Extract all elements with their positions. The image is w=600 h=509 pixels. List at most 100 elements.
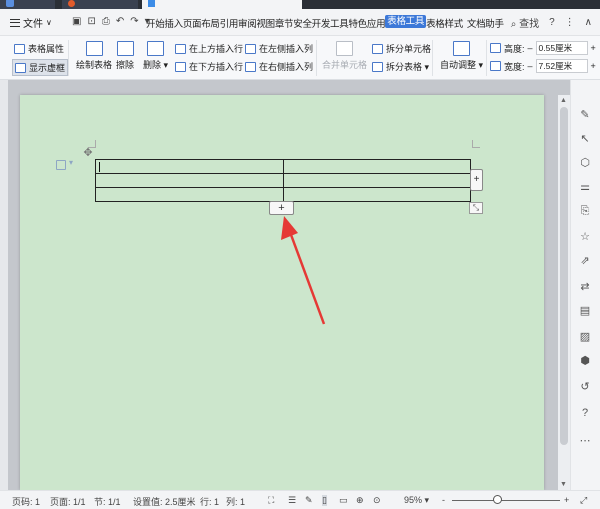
menu-table-style[interactable]: 表格样式 — [426, 16, 463, 30]
menu-reference[interactable]: 引用 — [220, 16, 239, 30]
menu-right: ⌕ 查找 ? ⋮ ∧ — [511, 15, 592, 30]
table-cell[interactable] — [282, 173, 471, 188]
insert-row-below-button[interactable]: 在下方插入行 — [175, 60, 243, 73]
margin-corner-mark — [472, 140, 480, 148]
height-input[interactable]: 0.55厘米 — [535, 41, 588, 55]
menu-security[interactable]: 安全 — [293, 16, 312, 30]
menu-special-apps[interactable]: 特色应用 — [348, 16, 385, 30]
export-pdf-icon[interactable]: ⊡ — [87, 16, 95, 27]
ribbon-divider — [486, 40, 487, 76]
insert-col-left-button[interactable]: 在左侧插入列 — [245, 42, 313, 55]
tab-wps[interactable] — [0, 0, 55, 9]
height-increment[interactable]: + — [591, 43, 596, 53]
more-icon[interactable]: ⋯ — [578, 434, 592, 448]
table-cell[interactable] — [95, 173, 284, 188]
tab-document[interactable] — [142, 0, 302, 9]
menu-insert[interactable]: 插入 — [164, 16, 183, 30]
width-decrement[interactable]: – — [528, 61, 533, 71]
eye-protection-icon[interactable]: ⊙ — [373, 495, 381, 506]
col-width-icon — [490, 61, 501, 71]
image-icon[interactable]: ▨ — [578, 330, 592, 344]
insert-col-right-label: 在右侧插入列 — [259, 62, 314, 72]
undo-icon[interactable]: ↶ — [116, 16, 124, 27]
document-page[interactable] — [20, 95, 544, 490]
delete-label-wrap: 删除 ▾ — [143, 60, 169, 70]
zoom-slider-track[interactable] — [452, 500, 560, 501]
insert-col-right-button[interactable]: 在右侧插入列 — [245, 60, 313, 73]
merge-cells-button[interactable]: 合并单元格 — [322, 41, 367, 71]
table-properties-label: 表格属性 — [28, 44, 65, 54]
height-decrement[interactable]: – — [528, 43, 533, 53]
outline-view-icon[interactable]: ☰ — [288, 495, 296, 506]
erase-button[interactable]: 擦除 — [116, 41, 134, 71]
status-col: 列: 1 — [226, 497, 246, 507]
table-properties-button[interactable]: 表格属性 — [14, 42, 64, 55]
edit-pen-icon[interactable]: ✎ — [578, 108, 592, 122]
delete-button[interactable]: 删除 ▾ — [143, 41, 168, 71]
insert-row-above-button[interactable]: 在上方插入行 — [175, 42, 243, 55]
table-cell[interactable] — [95, 187, 284, 202]
menu-review[interactable]: 审阅 — [238, 16, 257, 30]
fullscreen-icon[interactable]: ⤢ — [580, 495, 587, 506]
split-cells-button[interactable]: 拆分单元格 — [372, 42, 431, 55]
page-view-icon[interactable]: ▯ — [322, 495, 327, 506]
merge-cells-label: 合并单元格 — [322, 60, 368, 70]
split-table-button[interactable]: 拆分表格 ▾ — [372, 60, 429, 73]
width-input[interactable]: 7.52厘米 — [535, 59, 588, 73]
tab-docer-store[interactable] — [62, 0, 138, 9]
table-cell[interactable] — [282, 159, 471, 174]
save-icon[interactable]: ▣ — [72, 16, 81, 27]
document-table[interactable] — [95, 159, 471, 202]
scrollbar-thumb[interactable] — [560, 107, 568, 445]
vertical-scrollbar[interactable]: ▲ ▼ — [558, 95, 570, 490]
add-row-button[interactable]: + — [269, 201, 294, 215]
menu-chapter[interactable]: 章节 — [275, 16, 294, 30]
help-icon[interactable]: ? — [549, 17, 555, 28]
table-cell[interactable] — [95, 159, 284, 174]
cursor-select-icon[interactable]: ↖ — [578, 132, 592, 146]
file-menu-button[interactable]: 文件 ∨ — [10, 15, 52, 30]
draw-table-button[interactable]: 绘制表格 — [76, 41, 112, 71]
zoom-out-button[interactable]: - — [442, 495, 445, 505]
zoom-level[interactable]: 95% ▾ — [404, 495, 429, 506]
table-move-handle-icon[interactable]: ✥ — [82, 147, 94, 159]
search-button[interactable]: ⌕ 查找 — [511, 15, 539, 30]
zoom-slider-thumb[interactable] — [493, 495, 502, 504]
menu-start[interactable]: 开始 — [146, 16, 165, 30]
delete-label: 删除 — [143, 60, 162, 70]
table-cell[interactable] — [282, 187, 471, 202]
star-icon[interactable]: ☆ — [578, 230, 592, 244]
collapse-ribbon-icon[interactable]: ∧ — [585, 17, 592, 28]
read-mode-icon[interactable]: ▭ — [339, 495, 348, 506]
show-gridlines-button[interactable]: 显示虚框 — [12, 59, 69, 76]
share-icon[interactable]: ⇗ — [578, 254, 592, 268]
menu-dev-tools[interactable]: 开发工具 — [312, 16, 349, 30]
archive-icon[interactable]: ▤ — [578, 304, 592, 318]
redo-icon[interactable]: ↷ — [130, 16, 138, 27]
edit-mode-icon[interactable]: ✎ — [305, 495, 313, 506]
menu-page-layout[interactable]: 页面布局 — [183, 16, 220, 30]
width-increment[interactable]: + — [591, 61, 596, 71]
history-icon[interactable]: ↺ — [578, 380, 592, 394]
add-column-button[interactable]: + — [470, 169, 483, 191]
web-view-icon[interactable]: ⊕ — [356, 495, 364, 506]
scroll-up-icon[interactable]: ▲ — [560, 97, 567, 104]
menu-doc-assistant[interactable]: 文档助手 — [467, 16, 504, 30]
sliders-icon[interactable]: ⚌ — [578, 180, 592, 194]
menu-view[interactable]: 视图 — [256, 16, 275, 30]
clipboard-icon[interactable]: ⎘ — [578, 204, 592, 218]
more-options-icon[interactable]: ⋮ — [565, 17, 575, 28]
print-icon[interactable]: ⎙ — [102, 16, 110, 27]
zoom-in-button[interactable]: + — [564, 495, 569, 505]
menu-table-tools[interactable]: 表格工具 — [385, 15, 427, 28]
help-circle-icon[interactable]: ? — [578, 406, 592, 420]
table-resize-handle-icon[interactable]: ⤡ — [469, 202, 483, 214]
shapes-icon[interactable]: ⬡ — [578, 156, 592, 170]
translate-icon[interactable]: ⇄ — [578, 280, 592, 294]
scroll-down-icon[interactable]: ▼ — [560, 481, 567, 488]
fit-width-icon[interactable]: ⛶ — [268, 495, 274, 506]
insert-col-right-icon — [245, 61, 256, 72]
paragraph-layout-icon[interactable] — [56, 158, 73, 170]
auto-fit-button[interactable]: 自动调整 ▾ — [440, 41, 483, 71]
hexagon-icon[interactable]: ⬢ — [578, 354, 592, 368]
